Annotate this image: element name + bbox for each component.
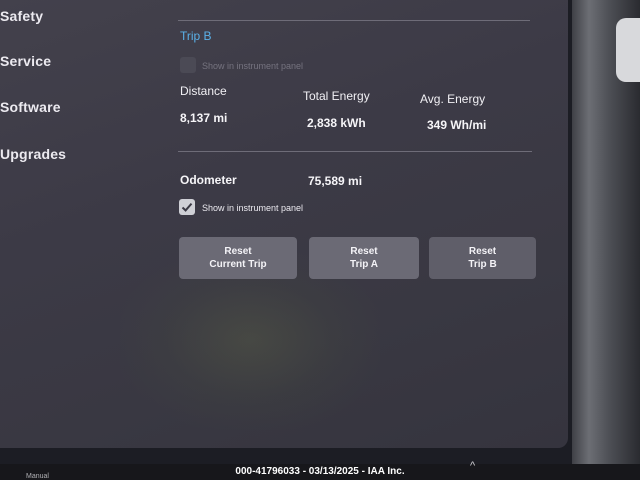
distance-label: Distance xyxy=(180,84,227,98)
total-energy-value: 2,838 kWh xyxy=(307,116,366,130)
reset-trip-a-button[interactable]: Reset Trip A xyxy=(309,237,419,279)
reset-trip-b-label: Reset Trip B xyxy=(468,246,497,270)
reset-current-trip-button[interactable]: Reset Current Trip xyxy=(179,237,297,279)
trip-b-show-in-panel-checkbox[interactable] xyxy=(180,57,196,73)
odometer-show-in-panel-label: Show in instrument panel xyxy=(202,203,304,213)
air-vent xyxy=(616,18,640,82)
checkmark-icon xyxy=(181,202,193,212)
trip-b-title: Trip B xyxy=(180,29,212,43)
distance-value: 8,137 mi xyxy=(180,111,228,125)
sidebar-item-service[interactable]: Service xyxy=(0,53,51,69)
touchscreen: Safety Service Software Upgrades Trip B … xyxy=(0,0,568,448)
reset-trip-a-label: Reset Trip A xyxy=(350,246,378,270)
odometer-value: 75,589 mi xyxy=(308,174,363,188)
top-divider xyxy=(178,20,530,21)
avg-energy-value: 349 Wh/mi xyxy=(427,118,487,132)
odometer-show-in-panel-checkbox[interactable] xyxy=(179,199,195,215)
watermark: 000-41796033 - 03/13/2025 - IAA Inc. xyxy=(235,466,405,477)
avg-energy-label: Avg. Energy xyxy=(420,92,486,106)
middle-divider xyxy=(178,151,532,152)
trip-b-show-in-panel-label: Show in instrument panel xyxy=(202,61,304,71)
sidebar-item-upgrades[interactable]: Upgrades xyxy=(0,146,66,162)
sidebar-item-software[interactable]: Software xyxy=(0,99,61,115)
total-energy-label: Total Energy xyxy=(303,89,370,103)
reset-current-trip-label: Reset Current Trip xyxy=(209,246,267,270)
odometer-label: Odometer xyxy=(180,173,237,187)
reset-trip-b-button[interactable]: Reset Trip B xyxy=(429,237,536,279)
sidebar-item-safety[interactable]: Safety xyxy=(0,8,43,24)
